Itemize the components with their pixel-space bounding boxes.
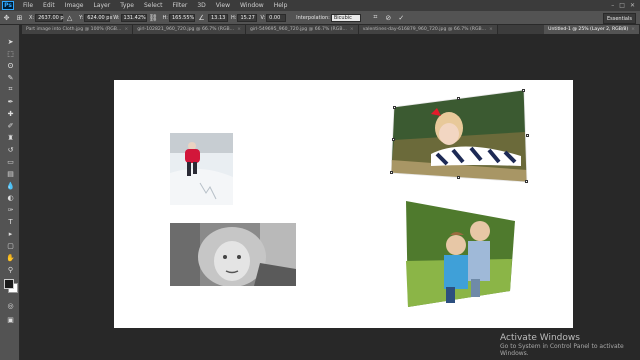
close-window-button[interactable]: ✕ bbox=[630, 2, 635, 9]
tab-label: Untitled-1 @ 25% (Layer 2, RGB/8) bbox=[548, 27, 629, 32]
close-icon[interactable]: × bbox=[350, 27, 354, 32]
transform-tool-icon[interactable]: ✥ bbox=[2, 13, 11, 22]
eyedropper-tool-icon[interactable]: ✒ bbox=[5, 97, 16, 106]
hand-tool-icon[interactable]: ✋ bbox=[5, 253, 16, 262]
h-skew-field[interactable]: 15.27 bbox=[237, 13, 258, 22]
v-skew-label: V: bbox=[260, 14, 266, 21]
transform-handle[interactable] bbox=[393, 106, 396, 109]
menu-filter[interactable]: Filter bbox=[168, 2, 193, 9]
options-bar: ✥ ⊞ X: 2637.00 p △ Y: 624.00 px W: 131.4… bbox=[0, 11, 640, 25]
h-label: H: bbox=[162, 14, 168, 21]
brush-tool-icon[interactable]: ✐ bbox=[5, 121, 16, 130]
eraser-tool-icon[interactable]: ▭ bbox=[5, 157, 16, 166]
transform-handle[interactable] bbox=[390, 171, 393, 174]
watermark-subtitle-2: Windows. bbox=[500, 350, 529, 357]
type-tool-icon[interactable]: T bbox=[5, 217, 16, 226]
tab-valentines-day[interactable]: valentines-day-616879_960_720.jpg @ 66.7… bbox=[358, 25, 498, 34]
w-label: W: bbox=[113, 14, 120, 21]
tab-label: valentines-day-616879_960_720.jpg @ 66.7… bbox=[362, 27, 487, 32]
photo-child-in-snow[interactable] bbox=[170, 133, 233, 205]
menu-select[interactable]: Select bbox=[139, 2, 168, 9]
menu-help[interactable]: Help bbox=[269, 2, 293, 9]
tab-girl-102821[interactable]: girl-102821_960_720.jpg @ 66.7% (RGB... × bbox=[133, 25, 246, 34]
path-selection-tool-icon[interactable]: ▸ bbox=[5, 229, 16, 238]
close-icon[interactable]: × bbox=[124, 27, 128, 32]
interpolation-select[interactable]: Bicubic bbox=[330, 13, 361, 22]
width-field[interactable]: 131.42% bbox=[120, 13, 147, 22]
transform-handle[interactable] bbox=[457, 97, 460, 100]
y-label: Y: bbox=[79, 14, 84, 21]
gradient-tool-icon[interactable]: ▤ bbox=[5, 169, 16, 178]
tab-label: girl-549695_960_720.jpg @ 66.7% (RGB... bbox=[249, 27, 347, 32]
y-field[interactable]: 624.00 px bbox=[84, 13, 112, 22]
height-field[interactable]: 165.55% bbox=[169, 13, 195, 22]
menu-window[interactable]: Window bbox=[235, 2, 269, 9]
v-skew-field[interactable]: 0.00 bbox=[266, 13, 287, 22]
crop-tool-icon[interactable]: ⌗ bbox=[5, 85, 16, 94]
maximize-button[interactable]: □ bbox=[619, 2, 625, 9]
move-tool-icon[interactable]: ➤ bbox=[5, 37, 16, 46]
menu-view[interactable]: View bbox=[211, 2, 235, 9]
healing-brush-tool-icon[interactable]: ✚ bbox=[5, 109, 16, 118]
transform-handle[interactable] bbox=[526, 134, 529, 137]
transform-handle[interactable] bbox=[457, 176, 460, 179]
menu-layer[interactable]: Layer bbox=[88, 2, 115, 9]
transformed-layer-girl[interactable] bbox=[390, 89, 531, 202]
link-icon[interactable]: ⛓ bbox=[149, 13, 158, 22]
close-icon[interactable]: × bbox=[237, 27, 241, 32]
cancel-transform-icon[interactable]: ⊘ bbox=[384, 13, 393, 22]
tab-label: girl-102821_960_720.jpg @ 66.7% (RGB... bbox=[137, 27, 235, 32]
dodge-tool-icon[interactable]: ◐ bbox=[5, 193, 16, 202]
shape-tool-icon[interactable]: ▢ bbox=[5, 241, 16, 250]
tab-untitled-1[interactable]: Untitled-1 @ 25% (Layer 2, RGB/8) × bbox=[544, 25, 640, 34]
clone-stamp-tool-icon[interactable]: ♜ bbox=[5, 133, 16, 142]
workspace-switcher[interactable]: Essentials bbox=[602, 13, 636, 24]
menu-type[interactable]: Type bbox=[115, 2, 139, 9]
tools-panel: ➤ ⬚ ʘ ✎ ⌗ ✒ ✚ ✐ ♜ ↺ ▭ ▤ 💧 ◐ ✑ T ▸ ▢ ✋ ⚲ … bbox=[0, 25, 20, 360]
x-field[interactable]: 2637.00 p bbox=[35, 13, 64, 22]
zoom-tool-icon[interactable]: ⚲ bbox=[5, 265, 16, 274]
activate-windows-watermark: Activate Windows Go to System in Control… bbox=[500, 333, 624, 357]
transform-handle[interactable] bbox=[525, 180, 528, 183]
relative-position-icon[interactable]: △ bbox=[65, 13, 74, 22]
tab-girl-549695[interactable]: girl-549695_960_720.jpg @ 66.7% (RGB... × bbox=[245, 25, 359, 34]
document-tabs: Part image into Cloth.jpg @ 100% (RGB...… bbox=[22, 25, 640, 34]
history-brush-tool-icon[interactable]: ↺ bbox=[5, 145, 16, 154]
rotate-icon: ∠ bbox=[198, 13, 205, 22]
quick-select-tool-icon[interactable]: ✎ bbox=[5, 73, 16, 82]
watermark-title: Activate Windows bbox=[500, 333, 580, 343]
h-skew-label: H: bbox=[231, 14, 237, 21]
close-icon[interactable]: × bbox=[631, 27, 635, 32]
window-controls: – □ ✕ bbox=[611, 2, 640, 9]
interpolation-label: Interpolation: bbox=[296, 14, 330, 21]
screen-mode-icon[interactable]: ▣ bbox=[5, 315, 16, 324]
rotate-field[interactable]: 13.13 bbox=[208, 13, 228, 22]
photoshop-logo: Ps bbox=[2, 1, 14, 10]
transform-handle[interactable] bbox=[392, 138, 395, 141]
photo-grayscale-girl[interactable] bbox=[170, 223, 296, 286]
close-icon[interactable]: × bbox=[489, 27, 493, 32]
pen-tool-icon[interactable]: ✑ bbox=[5, 205, 16, 214]
warp-mode-icon[interactable]: ⌗ bbox=[371, 13, 380, 22]
x-label: X: bbox=[29, 14, 35, 21]
menu-3d[interactable]: 3D bbox=[192, 2, 210, 9]
commit-transform-icon[interactable]: ✓ bbox=[397, 13, 406, 22]
watermark-subtitle: Go to System in Control Panel to activat… bbox=[500, 343, 624, 350]
menu-edit[interactable]: Edit bbox=[38, 2, 60, 9]
reference-point-icon[interactable]: ⊞ bbox=[15, 13, 24, 22]
quick-mask-icon[interactable]: ◎ bbox=[5, 301, 16, 310]
menu-file[interactable]: File bbox=[18, 2, 38, 9]
foreground-color-swatch[interactable] bbox=[4, 279, 14, 289]
lasso-tool-icon[interactable]: ʘ bbox=[5, 61, 16, 70]
transform-handle[interactable] bbox=[522, 89, 525, 92]
blur-tool-icon[interactable]: 💧 bbox=[5, 181, 16, 190]
tab-part-image[interactable]: Part image into Cloth.jpg @ 100% (RGB...… bbox=[22, 25, 134, 34]
minimize-button[interactable]: – bbox=[611, 2, 614, 9]
menu-bar: Ps File Edit Image Layer Type Select Fil… bbox=[0, 0, 640, 11]
photo-two-boys[interactable] bbox=[404, 201, 515, 309]
tab-label: Part image into Cloth.jpg @ 100% (RGB... bbox=[26, 27, 122, 32]
marquee-tool-icon[interactable]: ⬚ bbox=[5, 49, 16, 58]
menu-image[interactable]: Image bbox=[60, 2, 89, 9]
